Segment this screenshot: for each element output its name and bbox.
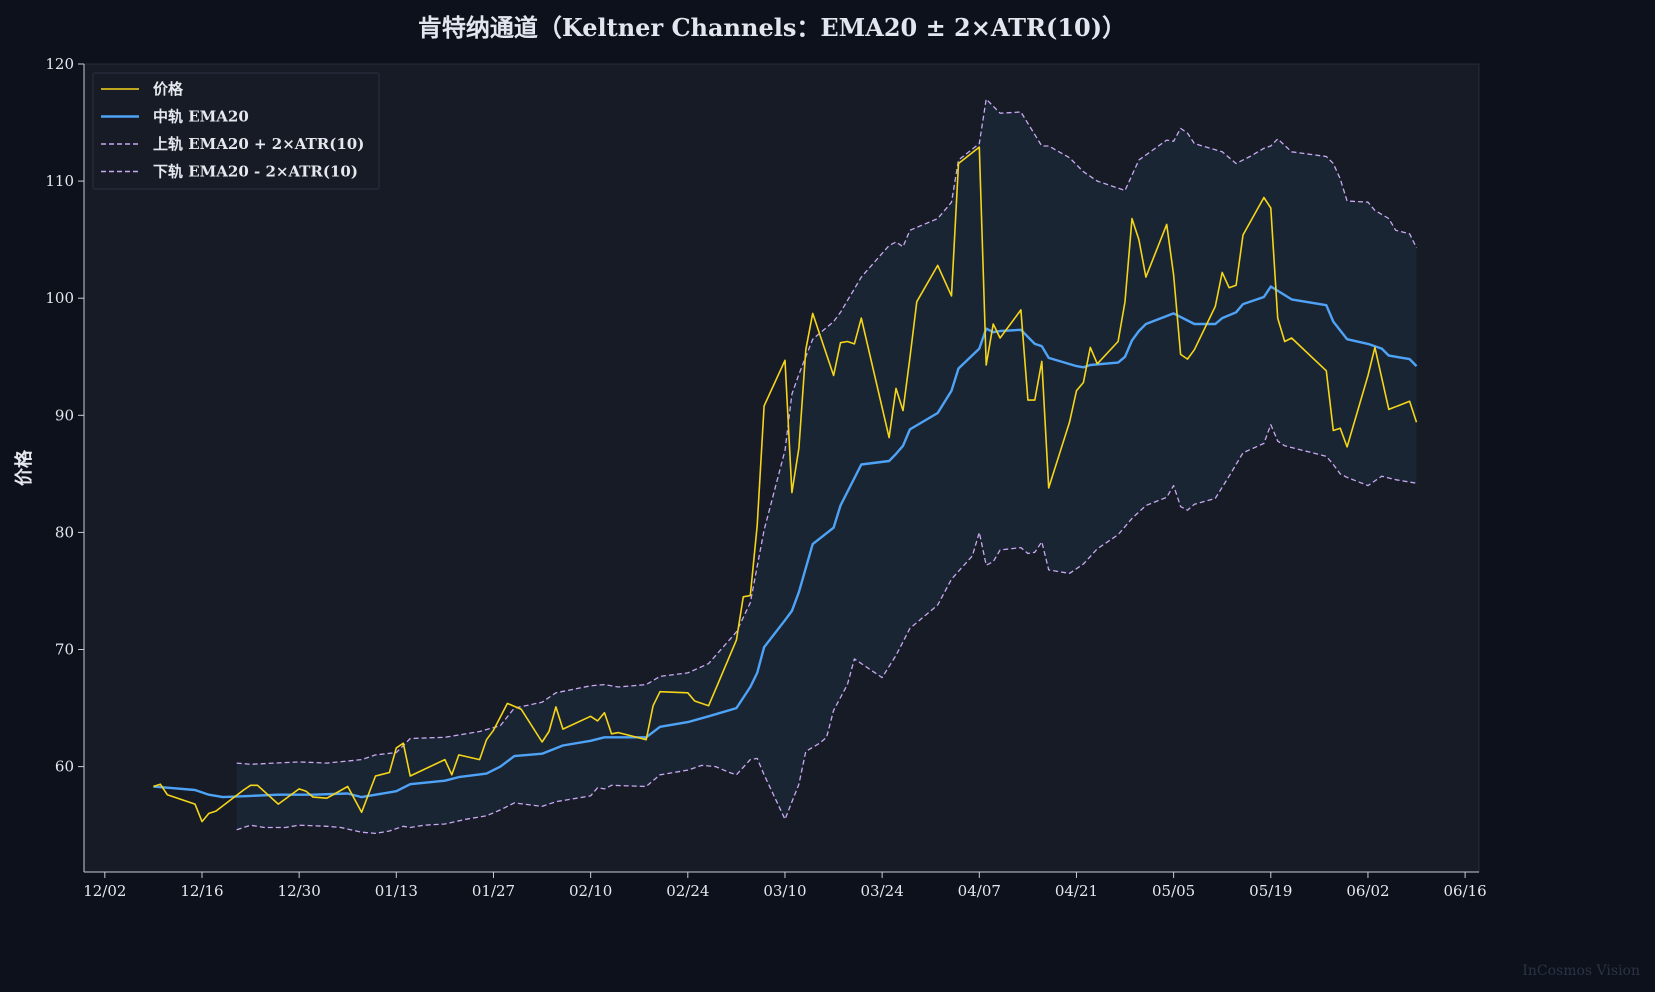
x-tick-label: 12/16 [180, 882, 223, 900]
y-tick-label: 80 [55, 523, 74, 541]
legend-label: 中轨 EMA20 [153, 108, 249, 126]
x-tick-label: 06/16 [1444, 882, 1487, 900]
x-tick-label: 05/05 [1152, 882, 1195, 900]
legend-label: 上轨 EMA20 + 2×ATR(10) [153, 135, 364, 153]
x-tick-label: 04/21 [1055, 882, 1098, 900]
x-tick-label: 01/27 [472, 882, 515, 900]
y-tick-label: 90 [55, 406, 74, 424]
x-tick-label: 04/07 [958, 882, 1001, 900]
legend-label: 价格 [153, 80, 184, 98]
x-tick-label: 12/30 [278, 882, 321, 900]
y-tick-label: 100 [45, 289, 74, 307]
keltner-chart: 60 70 80 90 100 110 120 12/02 12/16 12/30 01/13 01… [0, 0, 1655, 992]
x-tick-label: 12/02 [83, 882, 126, 900]
y-tick-label: 60 [55, 758, 74, 776]
y-axis-label: 价格 [13, 449, 35, 486]
y-tick-label: 120 [45, 55, 74, 73]
y-tick-label: 70 [55, 641, 74, 659]
legend: 价格中轨 EMA20 上轨 EMA20 + 2×ATR(10) 下轨 EMA20 -… [92, 72, 380, 190]
y-tick-label: 110 [45, 172, 74, 190]
x-tick-label: 01/13 [375, 882, 418, 900]
x-tick-label: 02/24 [666, 882, 709, 900]
x-tick-label: 03/24 [861, 882, 904, 900]
x-tick-label: 03/10 [763, 882, 806, 900]
watermark: InCosmos Vision [1522, 963, 1640, 979]
x-tick-label: 02/10 [569, 882, 612, 900]
legend-label: 下轨 EMA20 - 2×ATR(10) [153, 163, 358, 181]
chart-title: 肯特纳通道（Keltner Channels：EMA20 ± 2×ATR(10)… [418, 13, 1126, 42]
x-tick-label: 06/02 [1346, 882, 1389, 900]
x-tick-label: 05/19 [1249, 882, 1292, 900]
